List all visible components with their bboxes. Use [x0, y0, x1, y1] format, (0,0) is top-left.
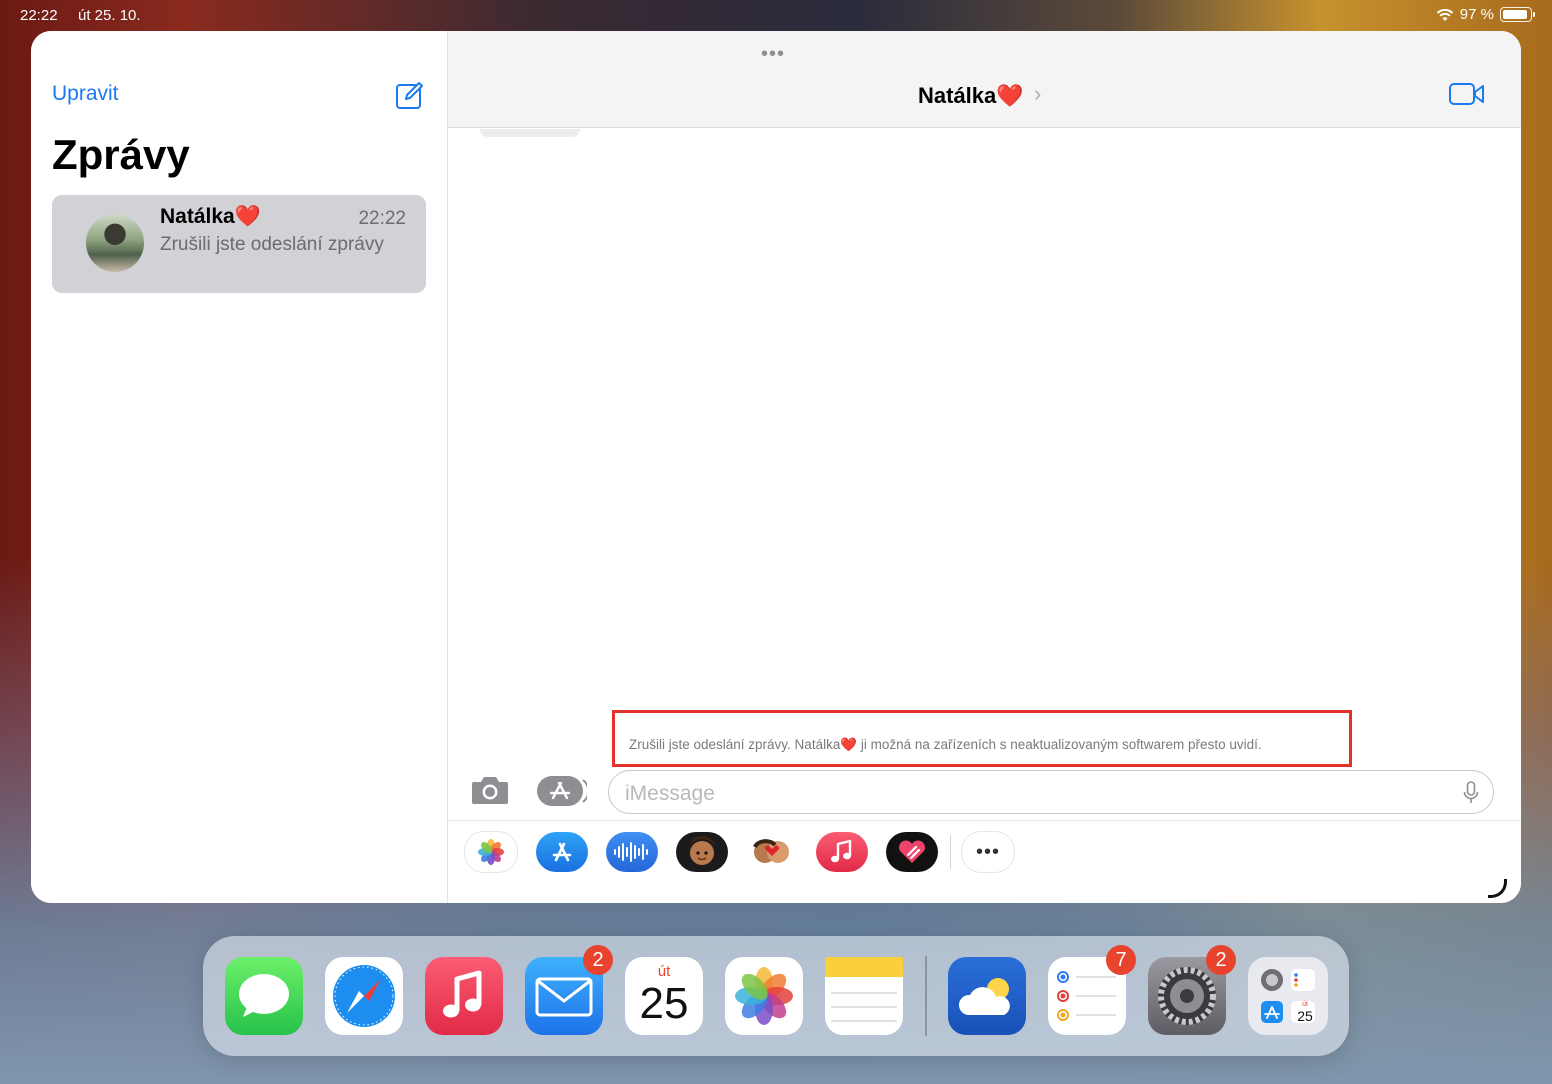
dock-safari-app[interactable] [325, 957, 403, 1035]
strip-separator [950, 835, 951, 869]
dock-messages-app[interactable] [225, 957, 303, 1035]
imessage-input[interactable]: iMessage [608, 770, 1494, 814]
dock-photos-app[interactable] [725, 957, 803, 1035]
chevron-right-icon[interactable]: › [1034, 81, 1041, 107]
safari-icon [333, 965, 395, 1027]
status-date: út 25. 10. [78, 7, 141, 24]
dock-calendar-app[interactable]: út 25 [625, 957, 703, 1035]
memoji-icon[interactable] [676, 832, 728, 872]
reminders-badge: 7 [1106, 945, 1136, 975]
imessage-placeholder: iMessage [625, 782, 715, 805]
status-indicators: 97 % [1436, 6, 1535, 23]
unsend-notice: Zrušili jste odeslání zprávy. Natálka❤️ … [612, 710, 1352, 767]
conversation-preview: Zrušili jste odeslání zprávy [160, 234, 384, 255]
contact-name[interactable]: Natálka❤️ [918, 83, 1024, 109]
conversation-time: 22:22 [358, 208, 406, 229]
calendar-weekday: út [657, 963, 671, 980]
battery-icon [1500, 7, 1535, 22]
app-library-calendar-weekday: út [1302, 1001, 1308, 1008]
dock-weather-app[interactable] [948, 957, 1026, 1035]
window-resize-handle[interactable] [1488, 879, 1507, 898]
app-store-app-icon[interactable] [536, 832, 588, 872]
conversation-sidebar: Upravit Zprávy Natálka❤️ 22:22 Zrušili j… [31, 31, 448, 903]
app-store-icon[interactable] [537, 776, 587, 806]
conversation-name: Natálka❤️ [160, 205, 261, 228]
music-note-icon [443, 970, 482, 1018]
status-time: 22:22 [20, 7, 58, 24]
video-call-icon[interactable] [1449, 82, 1485, 106]
imessage-app-strip: ••• [464, 828, 1033, 876]
audio-message-icon[interactable] [606, 832, 658, 872]
app-library-calendar-day: 25 [1297, 1008, 1313, 1024]
digital-touch-icon[interactable] [886, 832, 938, 872]
more-apps-button[interactable]: ••• [961, 831, 1015, 873]
photos-app-icon[interactable] [464, 831, 518, 873]
avatar [86, 214, 144, 272]
wifi-icon [1436, 8, 1453, 21]
compose-icon[interactable] [395, 80, 425, 110]
conversation-row-natalka[interactable]: Natálka❤️ 22:22 Zrušili jste odeslání zp… [52, 195, 426, 293]
messages-window: Upravit Zprávy Natálka❤️ 22:22 Zrušili j… [31, 31, 1521, 903]
unsend-notice-text: Zrušili jste odeslání zprávy. Natálka❤️ … [629, 737, 1262, 752]
dock-music-app[interactable] [425, 957, 503, 1035]
page-title: Zprávy [52, 131, 190, 178]
multitasking-handle[interactable]: ••• [761, 43, 785, 66]
scroll-stub [480, 129, 580, 137]
battery-percent: 97 % [1459, 6, 1494, 23]
photos-icon [735, 967, 793, 1025]
chat-pane: ••• Natálka❤️ › Zrušili jste odeslání zp… [448, 31, 1521, 903]
messages-icon [239, 974, 289, 1017]
dock: 2 út 25 7 2 út 25 [203, 936, 1349, 1056]
dock-notes-app[interactable] [825, 957, 903, 1035]
status-bar: 22:22 út 25. 10. 97 % [0, 0, 1552, 30]
dock-separator [925, 956, 927, 1036]
calendar-day: 25 [639, 979, 689, 1028]
microphone-icon[interactable] [1463, 781, 1479, 805]
divider [448, 820, 1521, 821]
heart-emoji: ❤️ [234, 205, 261, 228]
settings-badge: 2 [1206, 945, 1236, 975]
animoji-stickers-icon[interactable] [746, 832, 798, 872]
chat-header: ••• Natálka❤️ › [448, 31, 1521, 128]
more-icon: ••• [975, 840, 1000, 863]
dock-reminders-app[interactable]: 7 [1048, 945, 1136, 1035]
camera-icon[interactable] [470, 773, 510, 807]
heart-emoji: ❤️ [996, 83, 1024, 108]
dock-app-library[interactable]: út 25 [1248, 957, 1328, 1035]
notes-icon [825, 957, 903, 1022]
mail-badge: 2 [583, 945, 613, 975]
weather-cloud-icon [958, 978, 1010, 1015]
dock-mail-app[interactable]: 2 [525, 945, 613, 1035]
edit-button[interactable]: Upravit [52, 82, 119, 106]
heart-emoji: ❤️ [840, 737, 858, 752]
music-app-icon[interactable] [816, 832, 868, 872]
dock-settings-app[interactable]: 2 [1148, 945, 1236, 1035]
